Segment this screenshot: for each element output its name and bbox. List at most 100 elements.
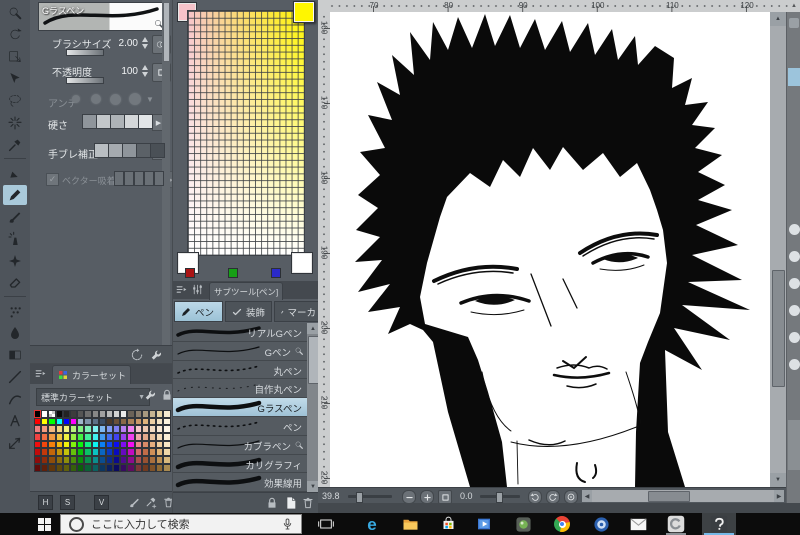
color-swatch[interactable] [34, 433, 42, 441]
color-swatch[interactable] [149, 425, 157, 434]
brush-item-ペン[interactable]: ペン [173, 417, 307, 436]
taskbar-icon-file-explorer[interactable] [398, 513, 422, 535]
color-swatch[interactable] [48, 448, 56, 457]
color-swatch[interactable] [120, 410, 128, 418]
tool-eyedropper[interactable] [3, 135, 27, 155]
rotate-cw-button[interactable] [546, 490, 560, 504]
color-swatch[interactable] [55, 433, 63, 441]
color-swatch[interactable] [84, 456, 92, 464]
color-swatch[interactable] [134, 456, 142, 464]
color-swatch[interactable] [41, 456, 49, 464]
color-swatch[interactable] [105, 463, 114, 472]
color-swatch[interactable] [149, 410, 157, 418]
color-swatch[interactable] [69, 425, 78, 434]
color-swatch[interactable] [84, 448, 92, 457]
color-swatch[interactable] [120, 433, 128, 441]
green-swatch[interactable] [228, 268, 238, 278]
color-swatch[interactable] [55, 463, 63, 472]
color-swatch[interactable] [62, 456, 70, 464]
color-swatch[interactable] [141, 410, 149, 418]
tool-frame[interactable] [3, 389, 27, 409]
tool-object[interactable] [3, 69, 27, 89]
color-swatch[interactable] [149, 440, 157, 449]
vector-snap-swatch-3[interactable] [144, 171, 154, 186]
vector-snap-swatch-0[interactable] [114, 171, 124, 186]
color-swatch[interactable] [134, 448, 142, 457]
color-swatch[interactable] [98, 425, 106, 434]
brush-item-効果線用[interactable]: 効果線用 [173, 473, 307, 492]
color-swatch[interactable] [120, 425, 128, 434]
color-swatch[interactable] [149, 417, 157, 426]
color-swatch[interactable] [120, 440, 128, 449]
color-swatch[interactable] [105, 440, 114, 449]
taskbar-icon-mail[interactable] [626, 513, 650, 535]
brush-item-リアルGペン[interactable]: リアルGペン [173, 323, 307, 342]
color-swatch[interactable] [48, 410, 56, 418]
color-swatch[interactable] [77, 433, 85, 441]
panel-menu-icon[interactable] [34, 367, 47, 380]
color-swatch[interactable] [77, 425, 85, 434]
color-swatch[interactable] [55, 456, 63, 464]
color-swatch[interactable] [127, 417, 135, 426]
color-swatch[interactable] [69, 440, 78, 449]
color-swatch[interactable] [163, 410, 171, 418]
color-swatch[interactable] [77, 440, 85, 449]
color-swatch[interactable] [120, 448, 128, 457]
reset-settings-icon[interactable] [130, 348, 144, 362]
zoom-out-button[interactable] [402, 490, 416, 504]
color-swatch[interactable] [69, 433, 78, 441]
taskbar-icon-edge[interactable]: e [360, 513, 384, 535]
color-swatch[interactable] [84, 440, 92, 449]
color-swatch[interactable] [127, 433, 135, 441]
hsv-button-h[interactable]: H [38, 495, 53, 510]
canvas-horizontal-scrollbar[interactable]: ◀ ▶ [582, 490, 784, 502]
hardness-swatch-2[interactable] [110, 114, 125, 129]
color-swatch[interactable] [163, 425, 171, 434]
tool-brush[interactable] [3, 207, 27, 227]
subtool-tab-pen[interactable]: ペン [174, 301, 223, 322]
color-swatch[interactable] [48, 440, 56, 449]
color-swatch[interactable] [134, 463, 142, 472]
color-swatch[interactable] [84, 433, 92, 441]
color-swatch[interactable] [77, 417, 85, 426]
hsv-button-s[interactable]: S [60, 495, 75, 510]
color-swatch[interactable] [113, 433, 121, 441]
color-swatch[interactable] [91, 463, 99, 472]
settings-wrench-icon[interactable] [150, 348, 164, 362]
brush-item-カブラペン[interactable]: カブラペン [173, 436, 307, 455]
color-swatch[interactable] [62, 417, 70, 426]
rotate-ccw-button[interactable] [528, 490, 542, 504]
gradient-corner-top-right[interactable] [293, 1, 315, 23]
color-swatch[interactable] [127, 463, 135, 472]
color-swatch[interactable] [98, 448, 106, 457]
color-swatch[interactable] [34, 448, 42, 457]
color-swatch[interactable] [105, 417, 114, 426]
add-color-icon[interactable] [128, 496, 141, 509]
color-swatch[interactable] [134, 425, 142, 434]
color-swatch[interactable] [105, 410, 114, 418]
color-swatch[interactable] [69, 410, 78, 418]
tool-selection-lasso[interactable] [3, 91, 27, 111]
sliders-icon[interactable] [191, 283, 204, 296]
color-swatch[interactable] [77, 448, 85, 457]
tool-pen[interactable] [3, 163, 27, 183]
color-swatch[interactable] [127, 425, 135, 434]
color-swatch[interactable] [62, 410, 70, 418]
tool-text[interactable] [3, 411, 27, 431]
color-swatch[interactable] [163, 456, 171, 464]
taskbar-icon-clip-studio-paint[interactable] [702, 513, 736, 535]
scroll-up-button[interactable]: ▲ [788, 0, 800, 12]
stabilization-swatch-2[interactable] [122, 143, 137, 158]
color-swatch[interactable] [41, 425, 49, 434]
color-swatch[interactable] [134, 410, 142, 418]
color-swatch[interactable] [105, 433, 114, 441]
color-swatch[interactable] [156, 417, 164, 426]
tool-decoration[interactable] [3, 251, 27, 271]
subtool-tab-decoration[interactable]: 装飾 [225, 301, 272, 322]
fit-to-screen-button[interactable] [438, 490, 452, 504]
color-swatch[interactable] [62, 440, 70, 449]
gradient-corner-bottom-right[interactable] [291, 252, 313, 274]
brush-item-自作丸ペン[interactable]: 自作丸ペン [173, 379, 307, 399]
taskbar-icon-chrome[interactable] [550, 513, 574, 535]
tool-zoom[interactable] [3, 3, 27, 23]
